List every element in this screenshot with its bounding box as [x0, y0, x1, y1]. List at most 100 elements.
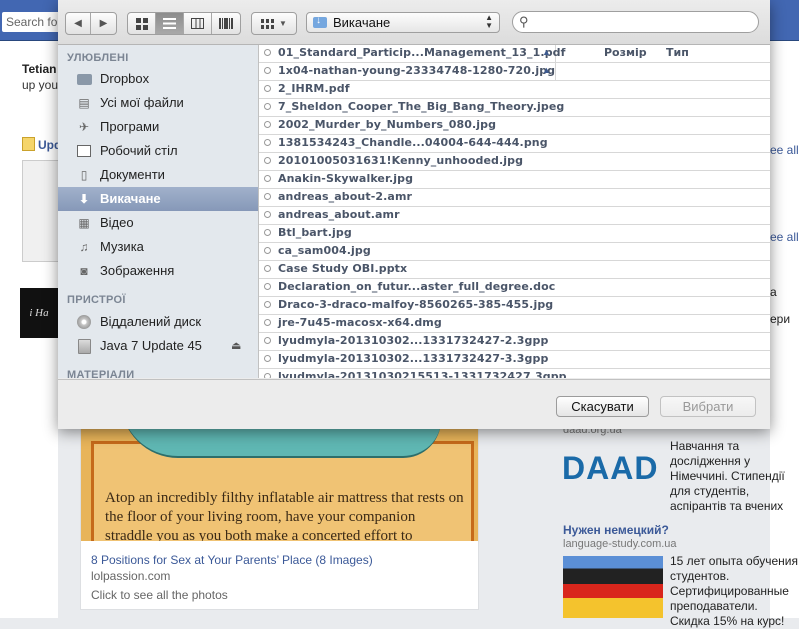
file-status-icon — [264, 319, 271, 326]
file-row[interactable]: ca_sam004.jpg — [259, 243, 770, 261]
profile-name[interactable]: Tetian — [22, 62, 56, 76]
ad-flag-image[interactable] — [563, 556, 663, 618]
file-row[interactable]: lyudmyla-201310302...1331732427-2.3gpp — [259, 333, 770, 351]
file-name: Anakin-Skywalker.jpg — [278, 172, 414, 185]
update-status-link[interactable]: Upd — [22, 137, 61, 152]
cancel-button[interactable]: Скасувати — [556, 396, 649, 417]
file-row[interactable]: 2_IHRM.pdf — [259, 81, 770, 99]
page-thumbnail[interactable]: i Ha — [20, 288, 58, 338]
file-row[interactable]: 1x04-nathan-young-23334748-1280-720.jpg ▲ — [259, 63, 770, 81]
file-row[interactable]: 7_Sheldon_Cooper_The_Big_Bang_Theory.jpe… — [259, 99, 770, 117]
file-name: ca_sam004.jpg — [278, 244, 371, 257]
file-row[interactable]: andreas_about-2.amr — [259, 189, 770, 207]
file-name: Draco-3-draco-malfoy-8560265-385-455.jpg — [278, 298, 554, 311]
arrange-button[interactable]: ▼ — [252, 13, 296, 34]
file-row[interactable]: 01_Standard_Particip...Management_13_1.p… — [259, 45, 770, 63]
devices-heading: ПРИСТРОЇ — [67, 294, 126, 306]
file-status-icon — [264, 355, 271, 362]
file-row[interactable]: 2002_Murder_by_Numbers_080.jpg — [259, 117, 770, 135]
choose-button[interactable]: Вибрати — [660, 396, 756, 417]
file-row[interactable]: jre-7u45-macosx-x64.dmg — [259, 315, 770, 333]
back-button[interactable]: ◀ — [66, 13, 91, 34]
file-row[interactable]: andreas_about.amr — [259, 207, 770, 225]
ad-domain[interactable]: language-study.com.ua — [563, 538, 677, 550]
file-name: 01_Standard_Particip...Management_13_1.p… — [278, 46, 566, 59]
sidebar-item-label: Java 7 Update 45 — [100, 338, 202, 353]
sidebar-item-label: Викачане — [100, 191, 161, 206]
arrange-menu: ▼ — [251, 12, 297, 35]
coverflow-view-icon — [219, 18, 233, 29]
post-domain: lolpassion.com — [91, 569, 171, 583]
sidebar-item-label: Документи — [100, 167, 165, 182]
sidebar-item-label: Віддалений диск — [100, 314, 202, 329]
location-popup[interactable]: Викачане ▲▼ — [306, 12, 500, 33]
back-arrow-icon: ◀ — [74, 18, 82, 29]
file-status-icon — [264, 85, 271, 92]
search-input[interactable]: ⚲ — [512, 11, 759, 33]
post-footer[interactable]: Click to see all the photos — [91, 588, 228, 602]
feed-post-card[interactable]: Atop an incredibly filthy inflatable air… — [80, 400, 479, 610]
note-icon — [22, 137, 35, 151]
documents-icon: ▯ — [80, 168, 88, 182]
sidebar-item-music[interactable]: ♫ Музика — [58, 235, 258, 259]
applications-icon: ✈ — [78, 120, 90, 134]
file-row[interactable]: Case Study OBI.pptx — [259, 261, 770, 279]
drive-icon — [76, 338, 92, 354]
post-image-caption: Atop an incredibly filthy inflatable air… — [105, 490, 464, 541]
sidebar-item-remote-disc[interactable]: Віддалений диск — [58, 310, 258, 334]
column-view-button[interactable] — [184, 13, 212, 34]
sidebar-item-label: Програми — [100, 119, 160, 134]
history-nav: ◀ ▶ — [65, 12, 117, 35]
coverflow-view-button[interactable] — [212, 13, 240, 34]
sidebar-item-java-volume[interactable]: Java 7 Update 45 ⏏ — [58, 334, 258, 358]
dialog-button-bar: Скасувати Вибрати — [58, 379, 770, 429]
sidebar-item-applications[interactable]: ✈ Програми — [58, 115, 258, 139]
sidebar-item-desktop[interactable]: Робочий стіл — [58, 139, 258, 163]
sidebar-item-documents[interactable]: ▯ Документи — [58, 163, 258, 187]
downloads-folder-icon — [313, 15, 327, 28]
post-title-link[interactable]: 8 Positions for Sex at Your Parents’ Pla… — [91, 553, 373, 567]
file-row[interactable]: 20101005031631!Kenny_unhooded.jpg — [259, 153, 770, 171]
file-row[interactable]: 1381534243_Chandle...04004-644-444.png — [259, 135, 770, 153]
file-row[interactable]: Declaration_on_futur...aster_full_degree… — [259, 279, 770, 297]
see-all-link[interactable]: ee all — [770, 143, 799, 157]
file-row[interactable]: lyudmyla-20131030215513-1331732427.3gpp — [259, 369, 770, 378]
all-files-icon: ▤ — [78, 96, 90, 110]
open-file-dialog: ◀ ▶ ▼ Викачане ▲▼ — [58, 0, 770, 429]
file-status-icon — [264, 337, 271, 344]
file-name: Case Study OBI.pptx — [278, 262, 408, 275]
sidebar-item-pictures[interactable]: ◙ Зображення — [58, 259, 258, 283]
sidebar-item-dropbox[interactable]: Dropbox — [58, 67, 258, 91]
list-view-button[interactable] — [156, 13, 184, 34]
sidebar-item-label: Робочий стіл — [100, 143, 178, 158]
file-row[interactable]: Btl_bart.jpg — [259, 225, 770, 243]
file-list: Розмір Тип 01_Standard_Particip...Manage… — [259, 45, 770, 378]
sort-ascending-icon[interactable]: ▲ — [542, 47, 551, 57]
sidebar-item-downloads[interactable]: ⬇ Викачане — [58, 187, 258, 211]
composer-box[interactable] — [22, 160, 60, 262]
music-icon: ♫ — [79, 240, 89, 254]
daad-logo[interactable]: DAAD — [562, 450, 658, 487]
side-text-fragment: a — [770, 285, 777, 299]
forward-button[interactable]: ▶ — [91, 13, 116, 34]
file-row[interactable]: Anakin-Skywalker.jpg — [259, 171, 770, 189]
ad-title[interactable]: Нужен немецкий? — [563, 523, 669, 537]
file-status-icon — [264, 301, 271, 308]
sidebar-item-label: Музика — [100, 239, 144, 254]
file-status-icon — [264, 49, 271, 56]
sort-ascending-icon[interactable]: ▲ — [542, 65, 551, 75]
file-status-icon — [264, 373, 271, 378]
file-row[interactable]: Draco-3-draco-malfoy-8560265-385-455.jpg — [259, 297, 770, 315]
icon-view-button[interactable] — [128, 13, 156, 34]
movies-icon: ▦ — [78, 216, 90, 230]
favorites-heading: УЛЮБЛЕНІ — [67, 52, 129, 64]
sidebar-item-all-files[interactable]: ▤ Усі мої файли — [58, 91, 258, 115]
file-status-icon — [264, 103, 271, 110]
file-row[interactable]: lyudmyla-201310302...1331732427-3.3gpp — [259, 351, 770, 369]
file-name: 2002_Murder_by_Numbers_080.jpg — [278, 118, 497, 131]
file-name: 1x04-nathan-young-23334748-1280-720.jpg — [278, 64, 556, 77]
file-name: Declaration_on_futur...aster_full_degree… — [278, 280, 556, 293]
eject-icon[interactable]: ⏏ — [231, 334, 241, 358]
sidebar-item-movies[interactable]: ▦ Відео — [58, 211, 258, 235]
see-all-link[interactable]: ee all — [770, 230, 799, 244]
